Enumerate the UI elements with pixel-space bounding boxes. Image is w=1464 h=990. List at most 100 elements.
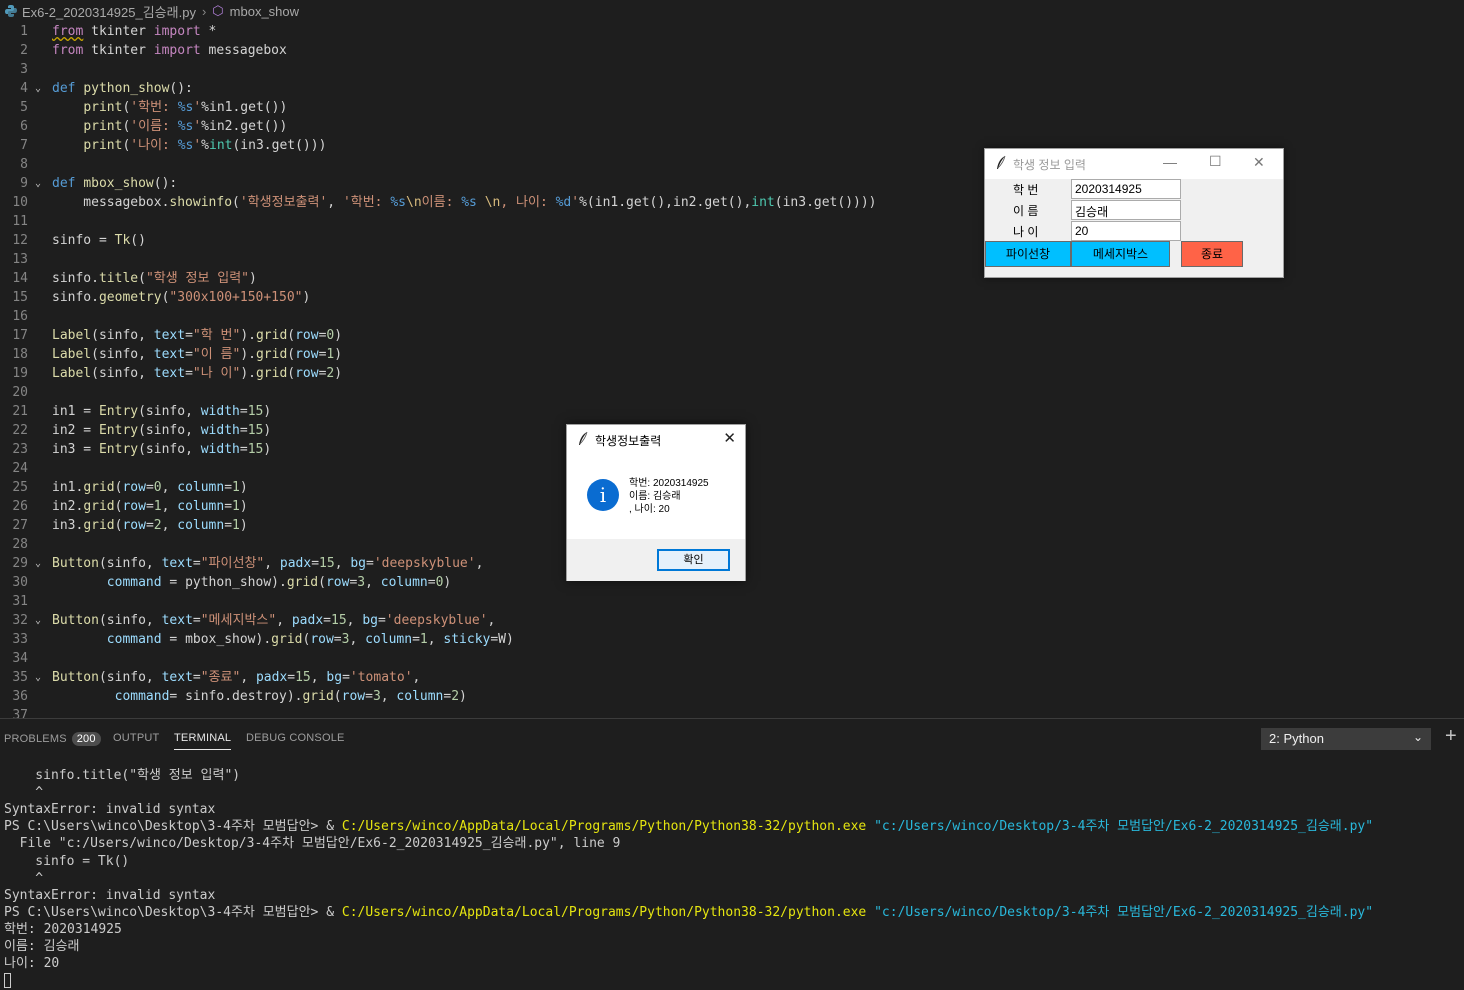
line-number: 27	[12, 518, 28, 533]
line-number: 37	[12, 708, 28, 718]
code-text: command = python_show).grid(row=3, colum…	[106, 575, 452, 590]
code-line[interactable]: 37	[0, 706, 1464, 718]
code-text: Label(sinfo, text="나 이").grid(row=2)	[52, 366, 343, 381]
code-line[interactable]: 17 Label(sinfo, text="학 번").grid(row=0)	[0, 326, 1464, 345]
code-line[interactable]: 4 ⌄ def python_show():	[0, 79, 1464, 98]
code-text: print('이름: %s'%in2.get())	[83, 119, 288, 134]
code-line[interactable]: 19 Label(sinfo, text="나 이").grid(row=2)	[0, 364, 1464, 383]
minimize-icon[interactable]: —	[1163, 154, 1177, 170]
maximize-icon[interactable]: ☐	[1209, 153, 1222, 170]
line-number: 17	[12, 328, 28, 343]
label-name: 이 름	[1013, 204, 1039, 218]
tk-student-window: 학생 정보 입력 — ☐ ✕ 학 번 이 름 나 이 2020314925 김승…	[984, 148, 1284, 278]
terminal-line: 학번: 2020314925	[4, 921, 122, 937]
code-line[interactable]: 31	[0, 592, 1464, 611]
terminal-select-value: 2: Python	[1269, 731, 1324, 746]
line-number: 9	[20, 176, 28, 191]
line-number: 6	[20, 119, 28, 134]
line-number: 10	[12, 195, 28, 210]
info-messagebox: 학생정보출력 ✕ i 학번: 2020314925 이름: 김승래 , 나이: …	[566, 424, 746, 581]
line-number: 23	[12, 442, 28, 457]
tab-debug-console[interactable]: DEBUG CONSOLE	[246, 732, 345, 744]
messagebox-line-2: 이름: 김승래	[629, 491, 681, 502]
line-number: 32	[12, 613, 28, 628]
name-entry[interactable]: 김승래	[1071, 200, 1181, 220]
code-line[interactable]: 32 ⌄ Button(sinfo, text="메세지박스", padx=15, …	[0, 611, 1464, 630]
new-terminal-plus-icon[interactable]: +	[1445, 725, 1457, 748]
line-number: 30	[12, 575, 28, 590]
chevron-right-icon: ›	[201, 3, 207, 19]
method-cube-icon: ⬡	[212, 3, 224, 18]
breadcrumb-symbol[interactable]: mbox_show	[230, 4, 299, 19]
student-id-entry[interactable]: 2020314925	[1071, 179, 1181, 199]
code-text: command= sinfo.destroy).grid(row=3, colu…	[114, 689, 467, 704]
code-line[interactable]: 36 command= sinfo.destroy).grid(row=3, c…	[0, 687, 1464, 706]
code-editor[interactable]: 1 from tkinter import * 2 from tkinter impo…	[0, 22, 1464, 718]
tab-problems-label: PROBLEMS	[4, 733, 67, 745]
code-line[interactable]: 21 in1 = Entry(sinfo, width=15)	[0, 402, 1464, 421]
code-line[interactable]: 20	[0, 383, 1464, 402]
tab-problems[interactable]: PROBLEMS 200	[4, 732, 101, 746]
fold-chevron-icon[interactable]: ⌄	[35, 79, 47, 98]
code-line[interactable]: 1 from tkinter import *	[0, 22, 1464, 41]
code-text: def python_show():	[52, 81, 193, 96]
line-number: 35	[12, 670, 28, 685]
breadcrumb-file[interactable]: Ex6-2_2020314925_김승래.py	[22, 2, 196, 21]
age-entry[interactable]: 20	[1071, 221, 1181, 241]
tk-feather-icon	[579, 431, 588, 445]
code-line[interactable]: 5 print('학번: %s'%in1.get())	[0, 98, 1464, 117]
tk-titlebar[interactable]: 학생 정보 입력 — ☐ ✕	[985, 149, 1283, 179]
line-number: 28	[12, 537, 28, 552]
code-text: in2.grid(row=1, column=1)	[52, 499, 248, 514]
line-number: 26	[12, 499, 28, 514]
line-number: 14	[12, 271, 28, 286]
terminal-line: sinfo.title("학생 정보 입력")	[4, 768, 241, 783]
code-line[interactable]: 33 command = mbox_show).grid(row=3, colu…	[0, 630, 1464, 649]
code-text: Label(sinfo, text="학 번").grid(row=0)	[52, 328, 343, 343]
code-line[interactable]: 16	[0, 307, 1464, 326]
line-number: 2	[20, 43, 28, 58]
code-text: sinfo.title("학생 정보 입력")	[52, 271, 257, 286]
line-number: 4	[20, 81, 28, 96]
code-text: in3.grid(row=2, column=1)	[52, 518, 248, 533]
terminal-line: ^	[4, 870, 44, 886]
messagebox-button[interactable]: 메세지박스	[1071, 241, 1170, 267]
info-icon: i	[587, 479, 619, 511]
terminal-line: sinfo = Tk()	[4, 853, 130, 869]
tab-terminal[interactable]: TERMINAL	[174, 732, 232, 750]
terminal-line: SyntaxError: invalid syntax	[4, 802, 216, 818]
close-icon[interactable]: ✕	[1253, 154, 1265, 171]
tab-output[interactable]: OUTPUT	[113, 732, 159, 744]
ok-button[interactable]: 확인	[657, 549, 730, 571]
code-line[interactable]: 35 ⌄ Button(sinfo, text="종료", padx=15, bg=…	[0, 668, 1464, 687]
quit-button[interactable]: 종료	[1181, 241, 1243, 267]
line-number: 36	[12, 689, 28, 704]
chevron-down-icon: ⌄	[1412, 730, 1423, 744]
line-number: 11	[12, 214, 28, 229]
python-file-icon	[5, 5, 17, 17]
fold-chevron-icon[interactable]: ⌄	[35, 611, 47, 630]
code-line[interactable]: 2 from tkinter import messagebox	[0, 41, 1464, 60]
line-number: 21	[12, 404, 28, 419]
terminal-line: File "c:/Users/winco/Desktop/3-4주차 모범답안/…	[4, 836, 621, 852]
code-line[interactable]: 6 print('이름: %s'%in2.get())	[0, 117, 1464, 136]
code-text: sinfo = Tk()	[52, 233, 146, 248]
code-line[interactable]: 3	[0, 60, 1464, 79]
terminal-line: 이름: 김승래	[4, 939, 80, 954]
fold-chevron-icon[interactable]: ⌄	[35, 668, 47, 687]
code-line[interactable]: 18 Label(sinfo, text="이 름").grid(row=1)	[0, 345, 1464, 364]
code-text: messagebox.showinfo('학생정보출력', '학번: %s\n이…	[52, 195, 877, 210]
line-number: 24	[12, 461, 28, 476]
code-line[interactable]: 34	[0, 649, 1464, 668]
fold-chevron-icon[interactable]: ⌄	[35, 174, 47, 193]
close-icon[interactable]: ✕	[723, 429, 736, 447]
messagebox-title: 학생정보출력	[595, 434, 662, 448]
code-text: Label(sinfo, text="이 름").grid(row=1)	[52, 347, 343, 362]
terminal-select[interactable]: 2: Python ⌄	[1261, 728, 1431, 750]
line-number: 29	[12, 556, 28, 571]
code-line[interactable]: 15 sinfo.geometry("300x100+150+150")	[0, 288, 1464, 307]
code-text: sinfo.geometry("300x100+150+150")	[52, 290, 311, 305]
python-window-button[interactable]: 파이선창	[985, 241, 1071, 267]
fold-chevron-icon[interactable]: ⌄	[35, 554, 47, 573]
line-number: 15	[12, 290, 28, 305]
